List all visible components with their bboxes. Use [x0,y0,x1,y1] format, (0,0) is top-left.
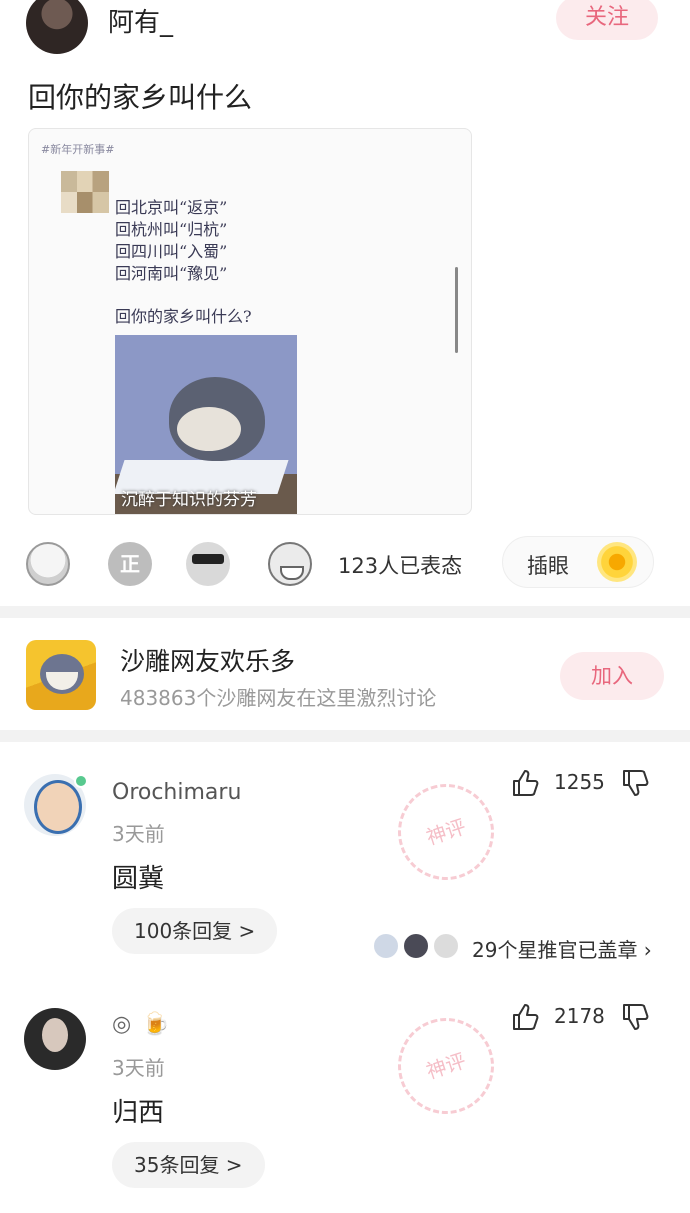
meme-cat-face [177,407,241,451]
sunglasses-emoji-icon[interactable] [186,542,230,586]
zheng-badge-icon[interactable]: 正 [108,542,152,586]
view-replies-button[interactable]: 35条回复 > [112,1142,265,1188]
laugh-emoji-icon[interactable] [26,542,70,586]
post-title: 回你的家乡叫什么 [28,81,253,114]
comment-item: ◎ 🍺 3天前 归西 神评 2178 35条回复 > [0,1004,690,1192]
group-avatar [26,640,96,710]
commenter-avatar[interactable] [24,1008,86,1070]
stamp-row[interactable]: 29个星推官已盖章 › [370,928,670,964]
grin-emoji-icon[interactable] [268,542,312,586]
image-line: 回北京叫“返京” [115,198,228,217]
god-comment-stamp: 神评 [385,1005,507,1127]
like-count: 1255 [554,770,605,794]
view-replies-button[interactable]: 100条回复 > [112,908,278,954]
image-hashtag: #新年开新事# [41,143,115,156]
stamper-avatar [402,932,430,960]
stamper-avatar [432,932,460,960]
sunflower-icon [597,542,637,582]
vote-controls: 1255 [508,764,658,804]
post-detail-page: 阿有_ 关注 回你的家乡叫什么 #新年开新事# 回北京叫“返京” 回杭州叫“归杭… [0,0,690,1213]
group-card[interactable]: 沙雕网友欢乐多 483863个沙雕网友在这里激烈讨论 加入 [0,620,690,730]
image-scrollbar[interactable] [455,267,458,353]
image-question: 回你的家乡叫什么? [115,307,252,326]
section-divider [0,606,690,618]
author-avatar[interactable] [26,0,88,54]
image-line: 回河南叫“豫见” [115,264,228,283]
author-row: 阿有_ 关注 [0,0,690,60]
thumbs-up-icon[interactable] [510,1002,540,1032]
image-line: 回四川叫“入蜀” [115,242,228,261]
group-name: 沙雕网友欢乐多 [120,647,296,676]
thumbs-down-icon[interactable] [620,1002,650,1032]
thumbs-up-icon[interactable] [510,768,540,798]
reaction-row: 正 123人已表态 插眼 [0,536,690,592]
god-comment-stamp: 神评 [385,771,507,893]
author-name[interactable]: 阿有_ [108,2,173,39]
image-line: 回杭州叫“归杭” [115,220,228,239]
section-divider [0,730,690,742]
comment-item: Orochimaru 3天前 圆冀 神评 1255 100条回复 > 29个星推… [0,770,690,964]
post-image[interactable]: #新年开新事# 回北京叫“返京” 回杭州叫“归杭” 回四川叫“入蜀” 回河南叫“… [28,128,472,515]
reaction-count: 123人已表态 [338,554,463,578]
comment-time: 3天前 [112,822,165,846]
like-count: 2178 [554,1004,605,1028]
insert-eye-label: 插眼 [527,554,569,578]
cat-meme-image: 沉醉于知识的芬芳 [115,335,297,514]
online-status-dot [74,774,88,788]
commenter-name[interactable]: Orochimaru [112,780,241,805]
stamper-avatar [372,932,400,960]
image-text-lines: 回北京叫“返京” 回杭州叫“归杭” 回四川叫“入蜀” 回河南叫“豫见” [115,197,227,285]
stamp-count-text: 29个星推官已盖章 › [472,938,652,962]
thumbs-down-icon[interactable] [620,768,650,798]
group-description: 483863个沙雕网友在这里激烈讨论 [120,686,437,710]
join-group-button[interactable]: 加入 [560,652,664,700]
commenter-name-icons[interactable]: ◎ 🍺 [112,1012,172,1037]
insert-eye-button[interactable]: 插眼 [502,536,654,588]
meme-caption: 沉醉于知识的芬芳 [121,490,257,510]
comment-time: 3天前 [112,1056,165,1080]
follow-button[interactable]: 关注 [556,0,658,40]
mosaic-avatar [61,171,109,213]
vote-controls: 2178 [508,998,658,1038]
comment-text: 圆冀 [112,864,165,894]
comment-text: 归西 [112,1098,165,1128]
